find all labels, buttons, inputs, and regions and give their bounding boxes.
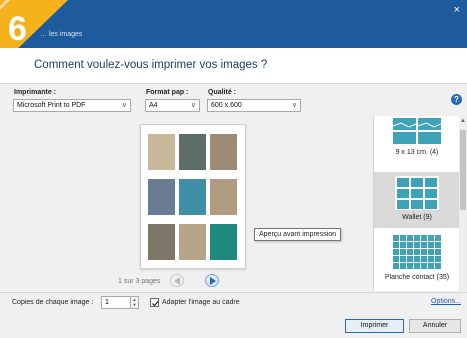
close-icon[interactable]: ×	[454, 4, 460, 16]
copies-label: Copies de chaque image :	[12, 299, 94, 306]
fit-to-frame-checkbox[interactable]	[150, 298, 159, 307]
photo-thumbnail	[179, 179, 206, 215]
photo-thumbnail	[148, 224, 175, 260]
arrow-left-icon	[174, 277, 180, 285]
dialog-header: Comment voulez-vous imprimer vos images …	[0, 48, 467, 84]
photo-thumbnail	[210, 224, 237, 260]
layout-contact-sheet[interactable]: Planche contact (35)	[374, 228, 460, 291]
paper-size-select[interactable]: A4 ∨	[145, 99, 200, 112]
photo-thumbnail	[148, 134, 175, 170]
photo-thumbnail	[148, 179, 175, 215]
preview-tooltip: Aperçu avant impression	[254, 228, 342, 241]
copies-value: 1	[105, 299, 109, 306]
printer-label: Imprimante :	[14, 89, 57, 96]
previous-page-button[interactable]	[170, 274, 184, 287]
photo-thumbnail	[179, 134, 206, 170]
next-page-button[interactable]	[205, 274, 219, 287]
chevron-down-icon: ∨	[190, 102, 196, 109]
preview-page	[140, 124, 246, 269]
layout-scrollbar[interactable]: ▲	[459, 116, 467, 291]
scrollbar-thumb[interactable]	[460, 130, 466, 210]
print-pictures-dialog: … les images × 6 Comment voulez-vous imp…	[0, 0, 467, 338]
photo-thumbnail	[210, 134, 237, 170]
layout-contact-sheet-thumbnail	[392, 234, 442, 270]
dialog-heading: Comment voulez-vous imprimer vos images …	[34, 59, 268, 71]
layout-9x13-thumbnail	[393, 118, 441, 144]
scroll-up-icon[interactable]: ▲	[460, 118, 466, 124]
cancel-button[interactable]: Annuler	[409, 319, 461, 333]
printer-select[interactable]: Microsoft Print to PDF ∨	[13, 99, 131, 112]
arrow-right-icon	[210, 277, 216, 285]
step-number: 6	[8, 10, 27, 48]
layout-list: 9 x 13 cm. (4) Wallet (9) Planche contac…	[373, 116, 467, 291]
copies-stepper[interactable]: 1 ▲ ▼	[101, 296, 139, 309]
photo-thumbnail	[179, 224, 206, 260]
layout-wallet-thumbnail	[395, 176, 439, 210]
options-link[interactable]: Options...	[431, 298, 461, 305]
print-button[interactable]: Imprimer	[345, 319, 404, 333]
checkmark-icon	[152, 300, 159, 307]
layout-9x13[interactable]: 9 x 13 cm. (4)	[374, 116, 460, 172]
page-indicator: 1 sur 3 pages	[118, 278, 161, 285]
paper-size-value: A4	[149, 102, 158, 109]
printer-value: Microsoft Print to PDF	[17, 102, 86, 109]
layout-9x13-caption: 9 x 13 cm. (4)	[395, 149, 439, 156]
quality-label: Qualité :	[208, 89, 237, 96]
quality-value: 600 x 600	[211, 102, 242, 109]
layout-contact-sheet-caption: Planche contact (35)	[384, 274, 450, 281]
photo-thumbnail	[210, 179, 237, 215]
paper-size-label: Format pap :	[146, 89, 189, 96]
layout-wallet[interactable]: Wallet (9)	[374, 172, 460, 228]
chevron-down-icon: ∨	[121, 102, 127, 109]
fit-to-frame-label[interactable]: Adapter l'image au cadre	[162, 299, 240, 306]
help-icon[interactable]: ?	[451, 94, 462, 105]
layout-wallet-caption: Wallet (9)	[402, 214, 432, 221]
quality-select[interactable]: 600 x 600 ∨	[207, 99, 301, 112]
stepper-arrows-icon[interactable]: ▲ ▼	[130, 297, 138, 308]
chevron-down-icon: ∨	[291, 102, 297, 109]
